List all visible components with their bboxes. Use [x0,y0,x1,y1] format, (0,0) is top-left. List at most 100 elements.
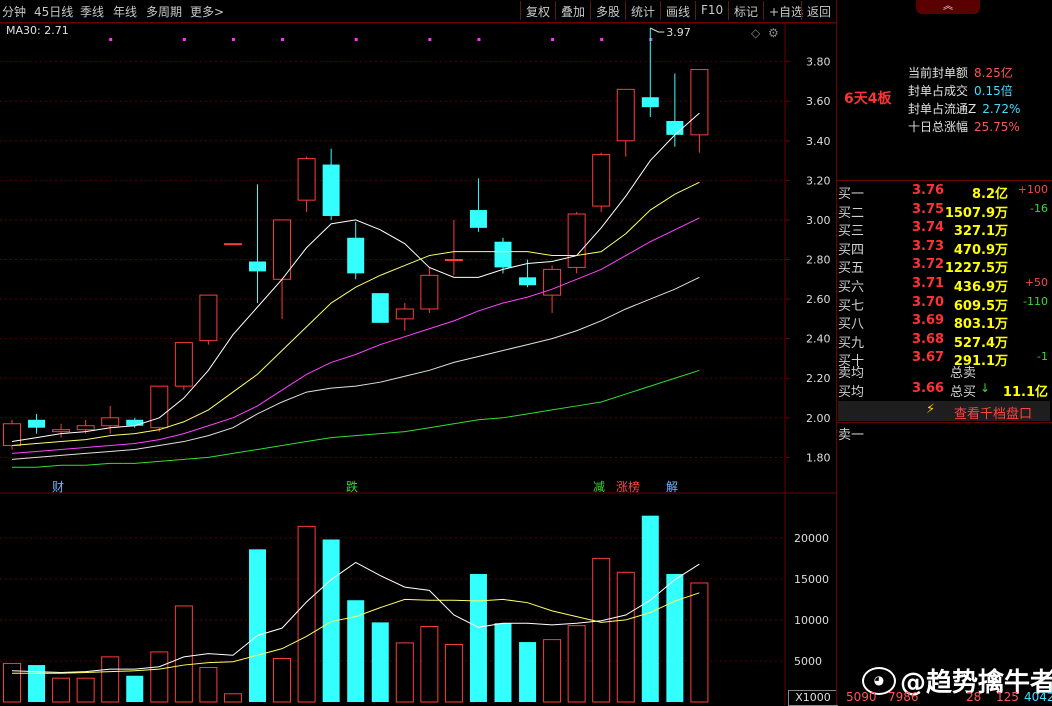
event-dot-marker [428,38,432,41]
bid-volume: 436.9万 [953,280,1008,295]
price-tick-label: 2.80 [806,254,831,267]
volume-tick-label: 20000 [794,532,829,545]
buy-avg-label: 买均 [838,385,865,400]
volume-bar [616,571,635,703]
event-tag-reduce[interactable]: 减 [593,478,605,495]
bid-row[interactable]: 买四 3.73 470.9万 [838,239,1050,258]
event-dot-marker [551,38,555,41]
high-price-label: 3.97 [666,26,691,39]
bid-volume: 1507.9万 [944,205,1008,221]
bid-label: 买八 [838,317,865,333]
volume-bar [101,656,120,703]
event-dot-marker [354,38,358,41]
kline-chart[interactable]: 3.80 3.60 3.40 3.20 3.00 2.80 2.60 2.40 2.20 2.00… [0,0,836,705]
event-tag-fall[interactable]: 跌 [346,478,358,495]
sell-avg-row: 卖均 总卖 [838,362,1050,381]
bid-price: 3.74 [912,220,945,236]
bid-row[interactable]: 买八 3.69 803.1万 [838,313,1050,332]
bottom-number-4: 125 [996,690,1019,704]
seal-info-value: 25.75% [974,120,1020,134]
bid-price: 3.69 [912,313,945,329]
bid-row[interactable]: 买二 3.75 1507.9万 -16 [838,202,1050,221]
lightning-icon: ⚡ [926,402,936,417]
buy-avg-row: 买均 3.66 总买 ↓ 11.1亿 [838,381,1050,400]
volume-bar [371,622,389,702]
qianpan-link[interactable]: 查看千档盘口 [954,403,1032,422]
bid-row[interactable]: 买一 3.76 8.2亿 +100 [838,183,1050,202]
volume-bar [249,549,266,702]
bottom-status-numbers: 5090 7986 28 125 4042 [836,690,1052,705]
price-tick-label: 2.00 [806,412,831,425]
price-tick-label: 3.80 [806,56,831,69]
price-tick-label: 2.20 [806,372,831,385]
bid-price: 3.73 [912,238,945,254]
bid-label: 买二 [838,205,865,221]
candle-body [223,243,242,246]
bid-row[interactable]: 买九 3.68 527.4万 [838,332,1050,351]
volume-bar [444,644,463,703]
candle-body [249,261,266,272]
bid-row[interactable]: 买五 3.72 1227.5万 [838,257,1050,276]
bid-volume: 1227.5万 [944,261,1008,277]
volume-bar [223,693,242,703]
volume-tick-label: 5000 [794,655,822,668]
bid-label: 买三 [838,224,865,240]
candle-body [273,219,292,280]
candle-body [592,154,611,207]
price-tick-label: 3.40 [806,135,831,148]
bid-label: 买六 [838,280,865,295]
candle-body [347,237,365,274]
volume-tick-label: 15000 [794,573,829,586]
seal-info-label: 当前封单额 [908,66,969,80]
bid-volume: 8.2亿 [971,187,1008,202]
bid-change: -110 [1023,294,1048,308]
bid-change: +50 [1024,276,1048,289]
volume-bar [273,657,292,703]
volume-bar [52,677,71,703]
seal-info-value: 0.15倍 [974,84,1013,98]
buy-total-value: 11.1亿 [1002,385,1048,400]
volume-unit-label: X1000 [788,690,838,706]
candle-body [199,294,218,342]
bid-volume: 470.9万 [953,242,1008,258]
bid-volume: 803.1万 [953,317,1008,333]
bid-row[interactable]: 买六 3.71 436.9万 +50 [838,276,1050,295]
bid-label: 买七 [838,298,865,314]
bid-price: 3.70 [912,294,945,310]
seal-info-label: 封单占成交 [908,84,969,98]
candle-body [420,274,439,310]
bottom-number-1: 5090 [846,690,877,704]
chevron-up-icon[interactable]: ︽ [916,0,980,14]
event-dot-marker [109,38,113,41]
event-tag-limit-list[interactable]: 涨榜 [616,478,640,495]
event-dot-marker [600,38,604,41]
bid-row[interactable]: 买三 3.74 327.1万 [838,220,1050,239]
board-count: 6天4板 [844,91,892,107]
bid-label: 买一 [838,187,865,202]
bid-price: 3.75 [912,201,945,217]
candle-body [641,97,659,108]
volume-bar [469,573,487,702]
bid-row[interactable]: 买七 3.70 609.5万 -110 [838,295,1050,314]
candle-body [322,164,340,216]
event-tag-unlock[interactable]: 解 [666,478,678,495]
volume-bar [592,557,611,703]
event-dot-marker [231,38,235,41]
price-tick-label: 3.00 [806,214,831,227]
volume-bar [519,642,537,702]
price-tick-label: 1.80 [806,451,831,464]
event-tag-earnings[interactable]: 财 [52,478,64,495]
arrow-down-icon: ↓ [980,381,991,395]
candle-body [616,88,635,142]
candle-body [150,385,169,429]
buy-avg-value: 3.66 [912,381,945,396]
candle-body [3,423,21,447]
seal-info-row: 十日总涨幅 25.75% [908,118,1020,135]
volume-bar [347,600,365,702]
bid-change: +100 [1017,183,1048,196]
candle-body [395,308,414,320]
candle-body [469,210,487,228]
volume-bar [3,662,21,703]
bid-price: 3.76 [912,183,945,198]
volume-bar [690,582,709,703]
